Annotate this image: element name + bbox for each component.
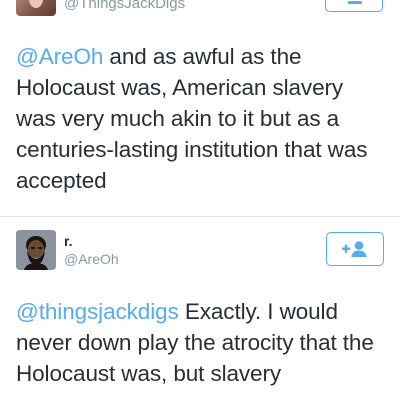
user-handle[interactable]: @ThingsJackDigs bbox=[64, 0, 185, 14]
avatar[interactable] bbox=[16, 0, 56, 16]
mention-link[interactable]: @thingsjackdigs bbox=[16, 299, 179, 324]
follow-button[interactable] bbox=[325, 0, 383, 12]
divider bbox=[0, 216, 400, 217]
follow-button[interactable] bbox=[326, 232, 384, 266]
user-handle[interactable]: @AreOh bbox=[64, 250, 119, 268]
add-user-icon bbox=[342, 241, 367, 257]
mention-link[interactable]: @AreOh bbox=[16, 44, 103, 69]
user-name[interactable]: r. bbox=[64, 232, 73, 250]
tweet-text: @thingsjackdigs Exactly. I would never d… bbox=[16, 296, 388, 389]
tweet-text: @AreOh and as awful as the Holocaust was… bbox=[16, 41, 388, 196]
avatar[interactable] bbox=[16, 230, 56, 270]
